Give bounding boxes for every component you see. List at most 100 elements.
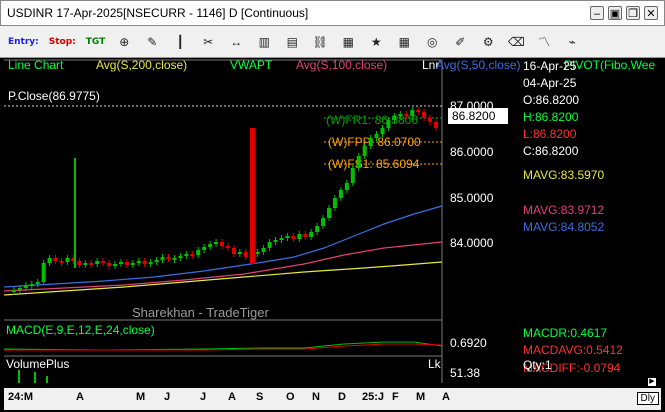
candle-body	[261, 248, 266, 252]
candle-body	[225, 246, 230, 248]
y-label-86: 86.0000	[450, 145, 494, 159]
candle-body	[89, 263, 94, 265]
bars-icon[interactable]: ▥	[253, 31, 275, 53]
info-low: L:86.8200	[523, 127, 577, 141]
candle-body	[47, 258, 52, 263]
candle-body	[220, 242, 224, 246]
macd-value: 0.6920	[450, 336, 487, 350]
candle-body	[190, 254, 195, 256]
x-label: M	[136, 391, 146, 403]
stop-button[interactable]: Stop:	[47, 31, 78, 53]
minimize-button[interactable]: –	[590, 6, 604, 20]
candle-body	[154, 260, 159, 262]
volume-label: VolumePlus	[6, 357, 69, 371]
globe-icon[interactable]: ◎	[421, 31, 443, 53]
pivot-fs1-label: (W)FS1: 85.6094	[328, 157, 420, 171]
info-high: H:86.8200	[523, 110, 579, 124]
bar-type-icon[interactable]: ┃	[169, 31, 191, 53]
target-button[interactable]: TGT	[84, 31, 108, 53]
info-mavg-200: MAVG:83.5970	[523, 168, 605, 182]
pivot-fpp-label: (W)FPP: 86.0700	[328, 135, 421, 149]
candle-body	[279, 238, 284, 240]
candle-body	[356, 156, 361, 168]
info-date-1: 16-Apr-25	[523, 59, 577, 73]
candle-body	[41, 263, 46, 282]
line-chart-icon[interactable]: ⌁	[561, 31, 583, 53]
candle-body	[416, 110, 421, 112]
candle-body	[166, 257, 171, 259]
restore-button[interactable]: ❐	[626, 6, 640, 20]
candle-body	[59, 261, 64, 263]
candle-body	[214, 242, 219, 244]
candle-body	[124, 262, 129, 265]
info-close: C:86.8200	[523, 144, 579, 158]
entry-button[interactable]: Entry:	[6, 31, 41, 53]
candle-body	[83, 263, 88, 265]
candle-body	[303, 234, 308, 237]
legend-pivot: PIVOT(Fibo,Wee	[564, 58, 655, 72]
candle-body	[398, 114, 403, 116]
candle-spike	[250, 128, 255, 264]
info-mavg-50: MAVG:84.8052	[523, 220, 605, 234]
candle-body	[17, 288, 22, 290]
x-label: N	[312, 391, 320, 403]
candle-body	[231, 248, 236, 254]
candle-body	[428, 118, 433, 122]
chart-toolbar: Entry: Stop: TGT ⊕ ✎ ┃ ✂ ↔ ▥ ▤ ⛓ ▦ ★ ▦ ◎…	[0, 26, 665, 58]
eraser-icon[interactable]: ⌫	[505, 31, 527, 53]
volume-bars	[18, 370, 48, 383]
x-label: F	[392, 391, 399, 403]
x-label: D	[338, 391, 346, 403]
y-label-84: 84.0000	[450, 236, 494, 250]
candle-body	[321, 218, 326, 226]
previous-close-label: P.Close(86.9775)	[8, 89, 100, 103]
candle-body	[101, 261, 106, 263]
pencil-icon[interactable]: ✎	[141, 31, 163, 53]
candle-body	[380, 128, 385, 134]
settings-icon[interactable]: ⚙	[477, 31, 499, 53]
indicator-icon[interactable]: 〽	[533, 31, 555, 53]
candle-body	[172, 258, 177, 260]
link-icon[interactable]: ⛓	[309, 31, 331, 53]
info-open: O:86.8200	[523, 93, 580, 107]
candle-body	[184, 254, 189, 256]
line-segment-icon[interactable]: ↔	[225, 31, 247, 53]
candle-body	[196, 250, 201, 255]
x-label: J	[200, 391, 207, 403]
x-label: A	[76, 391, 84, 403]
info-qty: Qty:1	[523, 358, 552, 372]
pin-icon[interactable]: ▣	[608, 6, 622, 20]
candle-body	[160, 257, 165, 260]
info-macdr: MACDR:0.4617	[523, 326, 608, 340]
book-icon[interactable]: ▦	[337, 31, 359, 53]
time-axis: 24:M A M J J A S O N D 25:J F M A	[4, 388, 661, 410]
star-icon[interactable]: ★	[365, 31, 387, 53]
close-button[interactable]: ✕	[644, 6, 658, 20]
candle-body	[29, 284, 34, 286]
candle-body	[410, 110, 415, 116]
scroll-right-button[interactable]: ▶	[647, 377, 657, 387]
candle-body	[136, 261, 141, 263]
candle-spike	[74, 158, 76, 268]
candles-icon[interactable]: ▤	[281, 31, 303, 53]
candle-body	[202, 247, 207, 250]
candle-body	[392, 116, 397, 120]
crosshair-icon[interactable]: ⊕	[113, 31, 135, 53]
candle-body	[113, 264, 117, 266]
candle-body	[285, 236, 290, 238]
edit-icon[interactable]: ✐	[449, 31, 471, 53]
candle-body	[362, 146, 367, 156]
candle-body	[178, 256, 183, 258]
volume-value: 51.38	[450, 366, 480, 380]
legend-avg100: Avg(S,100,close)	[296, 58, 387, 72]
candle-body	[338, 190, 343, 198]
scissors-icon[interactable]: ✂	[197, 31, 219, 53]
candle-body	[11, 290, 16, 292]
watermark: Sharekhan - TradeTiger	[132, 305, 269, 320]
grid-icon[interactable]: ▦	[393, 31, 415, 53]
x-label: S	[256, 391, 264, 403]
info-date-2: 04-Apr-25	[523, 76, 577, 90]
interval-daily-button[interactable]: Dly	[636, 392, 659, 405]
candle-body	[291, 236, 296, 239]
last-price-value: 86.8200	[452, 109, 496, 123]
